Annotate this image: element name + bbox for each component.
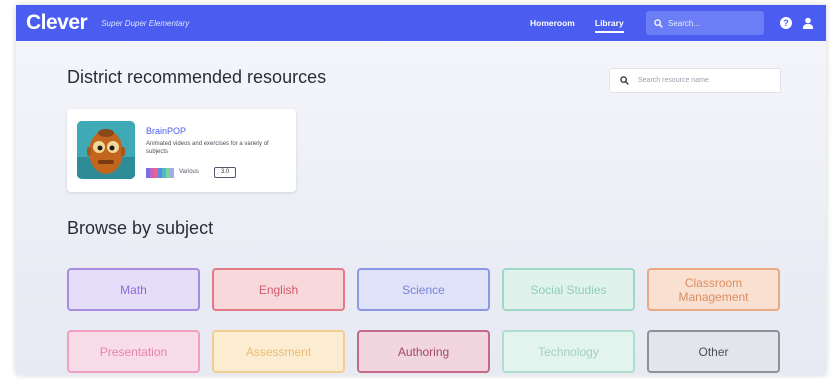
resource-name[interactable]: BrainPOP <box>146 126 186 136</box>
subject-tile-classroom-management[interactable]: Classroom Management <box>647 268 780 311</box>
help-icon[interactable]: ? <box>779 16 793 30</box>
clever-logo[interactable]: Clever <box>26 11 88 35</box>
resource-search-input[interactable]: Search resource name <box>609 68 781 93</box>
district-resources-heading: District recommended resources <box>67 67 327 87</box>
global-search-placeholder: Search... <box>668 18 701 28</box>
top-navigation-bar: Clever Super Duper Elementary Homeroom L… <box>16 5 826 41</box>
school-name: Super Duper Elementary <box>101 18 190 28</box>
nav-library[interactable]: Library <box>594 18 624 33</box>
resource-search-placeholder: Search resource name <box>638 77 709 84</box>
main-nav: Homeroom Library <box>530 5 624 41</box>
subject-tile-technology[interactable]: Technology <box>502 330 635 373</box>
search-icon <box>620 76 629 85</box>
grade-range-badge <box>146 168 174 178</box>
brainpop-moby-logo <box>77 121 135 179</box>
subject-tile-presentation[interactable]: Presentation <box>67 330 200 373</box>
resource-grade-label: Various <box>179 169 199 175</box>
subject-tile-social-studies[interactable]: Social Studies <box>502 268 635 311</box>
resource-card-brainpop[interactable]: BrainPOP Animated videos and exercises f… <box>67 109 296 192</box>
search-icon <box>654 18 663 28</box>
resource-description: Animated videos and exercises for a vari… <box>146 141 269 155</box>
nav-homeroom[interactable]: Homeroom <box>530 18 575 28</box>
resource-version-badge: 3.0 <box>214 167 236 178</box>
svg-text:?: ? <box>783 18 789 28</box>
subject-tile-other[interactable]: Other <box>647 330 780 373</box>
subject-tile-english[interactable]: English <box>212 268 345 311</box>
browse-by-subject-heading: Browse by subject <box>67 218 214 238</box>
user-account-icon[interactable] <box>801 16 815 30</box>
clever-library-window: Clever Super Duper Elementary Homeroom L… <box>16 5 826 375</box>
global-search-input[interactable]: Search... <box>646 11 764 35</box>
subject-tile-authoring[interactable]: Authoring <box>357 330 490 373</box>
subject-tile-science[interactable]: Science <box>357 268 490 311</box>
subject-tile-math[interactable]: Math <box>67 268 200 311</box>
subject-tile-assessment[interactable]: Assessment <box>212 330 345 373</box>
